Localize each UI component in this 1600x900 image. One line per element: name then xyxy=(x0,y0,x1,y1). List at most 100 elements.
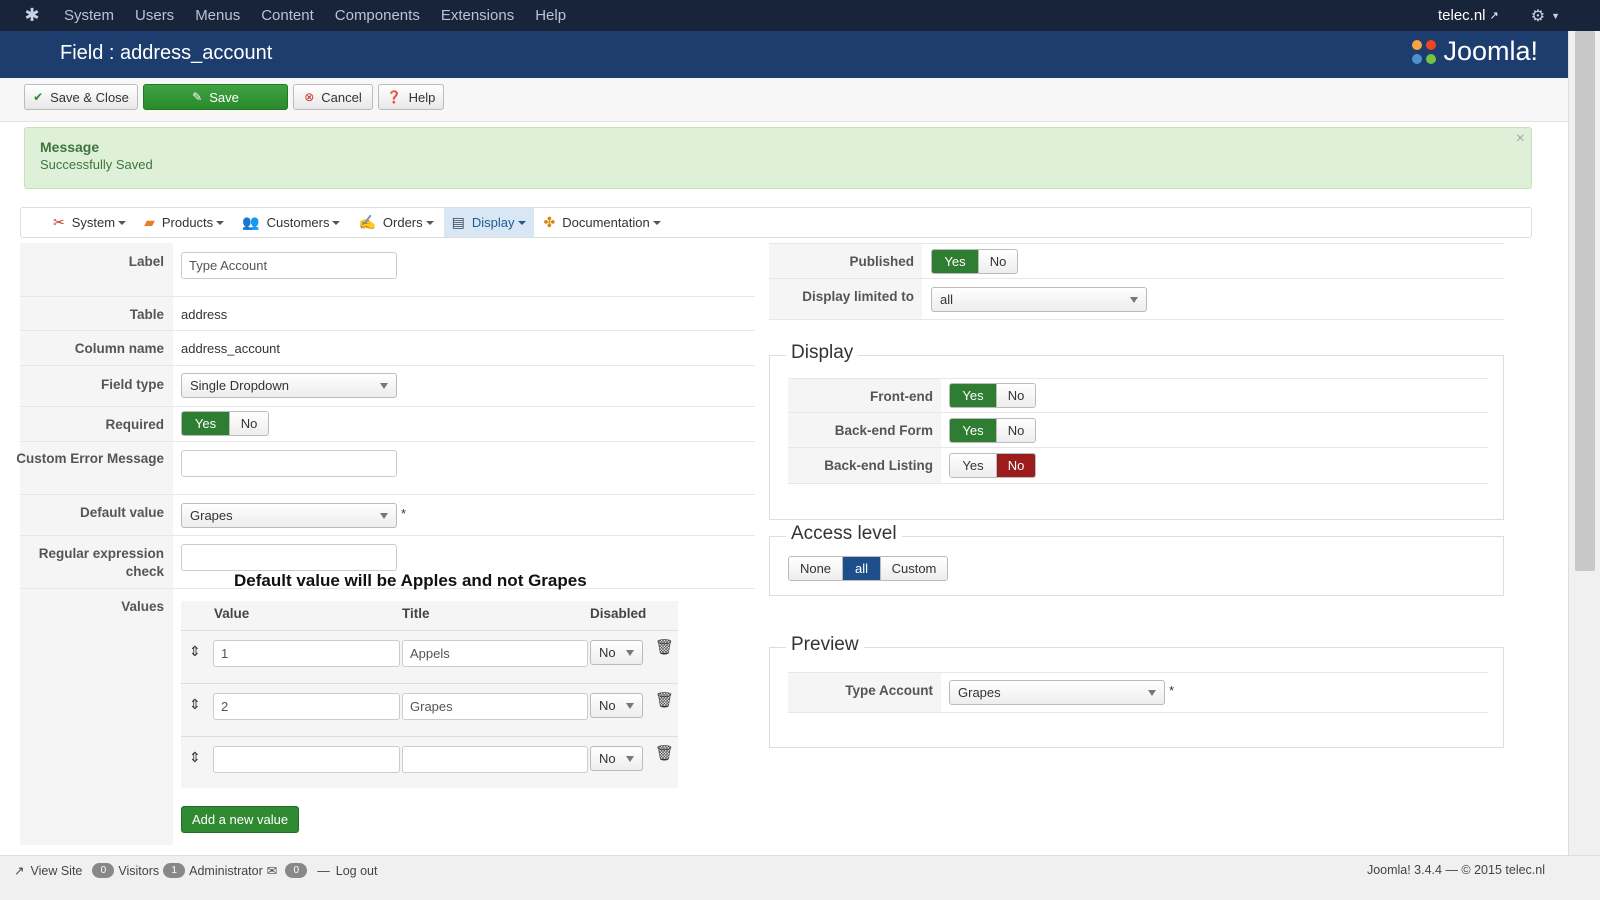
submenu-system-label: System xyxy=(71,215,116,230)
backend-form-toggle[interactable]: Yes No xyxy=(949,418,1036,443)
display-icon: ▤ xyxy=(451,214,465,230)
regex-input[interactable] xyxy=(181,544,397,571)
menu-components[interactable]: Components xyxy=(335,7,420,24)
preview-selected: Grapes xyxy=(958,685,1001,700)
gear-icon[interactable]: ⚙ xyxy=(1531,6,1545,26)
display-limited-selected: all xyxy=(940,292,954,307)
menu-menus[interactable]: Menus xyxy=(195,7,240,24)
backend-listing-toggle[interactable]: Yes No xyxy=(949,453,1036,478)
required-toggle[interactable]: Yes No xyxy=(181,411,269,436)
label-input[interactable]: Type Account xyxy=(181,252,397,279)
dropdown-arrow-icon xyxy=(1130,297,1138,303)
row-required: Required xyxy=(20,407,755,442)
logout-link[interactable]: Log out xyxy=(336,864,378,878)
display-fieldset: Display Front-end Back-end Form Back-end… xyxy=(769,342,1504,520)
custom-error-input[interactable] xyxy=(181,450,397,477)
value-input[interactable] xyxy=(213,746,400,773)
submenu-products-label: Products xyxy=(161,215,214,230)
title-input[interactable] xyxy=(402,746,588,773)
chevron-down-icon[interactable]: ▼ xyxy=(1551,11,1560,21)
disabled-selected: No xyxy=(599,751,616,766)
value-input[interactable]: 2 xyxy=(213,693,400,720)
submenu-documentation-label: Documentation xyxy=(562,215,650,230)
frontend-yes[interactable]: Yes xyxy=(950,384,996,407)
dropdown-arrow-icon xyxy=(380,383,388,389)
required-no[interactable]: No xyxy=(229,412,268,435)
preview-label: Type Account xyxy=(845,683,933,698)
tools-icon: ✂ xyxy=(53,214,65,230)
value-input[interactable]: 1 xyxy=(213,640,400,667)
disabled-select[interactable]: No xyxy=(590,746,643,771)
title-input[interactable]: Appels xyxy=(402,640,588,667)
menu-users[interactable]: Users xyxy=(135,7,174,24)
backend-listing-label: Back-end Listing xyxy=(824,458,933,473)
title-input[interactable]: Grapes xyxy=(402,693,588,720)
published-yes[interactable]: Yes xyxy=(932,250,978,273)
backend-form-yes[interactable]: Yes xyxy=(950,419,996,442)
published-no[interactable]: No xyxy=(978,250,1017,273)
annotation-text: Default value will be Apples and not Gra… xyxy=(234,571,587,590)
dropdown-arrow-icon xyxy=(380,513,388,519)
submenu-customers[interactable]: 👥 Customers xyxy=(234,208,348,237)
access-none[interactable]: None xyxy=(789,557,842,580)
frontend-no[interactable]: No xyxy=(996,384,1035,407)
default-value-select[interactable]: Grapes xyxy=(181,503,397,528)
joomla-logo: Joomla! xyxy=(1409,36,1538,67)
drag-handle-icon[interactable]: ⇕ xyxy=(189,696,201,713)
submenu-display[interactable]: ▤ Display xyxy=(443,208,534,237)
backend-form-no[interactable]: No xyxy=(996,419,1035,442)
access-toggle[interactable]: None all Custom xyxy=(788,556,948,581)
trash-icon[interactable]: 🗑 xyxy=(655,744,674,762)
submenu-system[interactable]: ✂ System xyxy=(45,208,134,237)
save-button[interactable]: ✎ Save xyxy=(143,84,288,110)
menu-extensions[interactable]: Extensions xyxy=(441,7,514,24)
help-label: Help xyxy=(408,89,436,105)
required-yes[interactable]: Yes xyxy=(182,412,229,435)
disabled-select[interactable]: No xyxy=(590,693,643,718)
backend-listing-yes[interactable]: Yes xyxy=(950,454,996,477)
access-custom[interactable]: Custom xyxy=(880,557,947,580)
add-value-button[interactable]: Add a new value xyxy=(181,806,299,833)
menu-help[interactable]: Help xyxy=(535,7,566,24)
submenu-documentation[interactable]: ✤ Documentation xyxy=(536,208,669,237)
submenu-products[interactable]: ▰ Products xyxy=(136,208,232,237)
scrollbar-thumb[interactable] xyxy=(1575,31,1595,571)
toolbar: ✔ Save & Close ✎ Save ⊗ Cancel ❓ Help xyxy=(0,78,1568,122)
scrollbar[interactable] xyxy=(1568,31,1600,855)
menu-system[interactable]: System xyxy=(64,7,114,24)
visitors-label: Visitors xyxy=(118,863,160,878)
column-label: Column name xyxy=(74,341,164,356)
view-site-link[interactable]: View Site xyxy=(30,864,82,878)
cancel-button[interactable]: ⊗ Cancel xyxy=(293,84,373,110)
disabled-selected: No xyxy=(599,645,616,660)
label-label: Label xyxy=(128,254,164,269)
backend-listing-no[interactable]: No xyxy=(996,454,1035,477)
help-button[interactable]: ❓ Help xyxy=(378,84,444,110)
published-toggle[interactable]: Yes No xyxy=(931,249,1018,274)
menu-content[interactable]: Content xyxy=(261,7,314,24)
trash-icon[interactable]: 🗑 xyxy=(655,691,674,709)
dropdown-arrow-icon xyxy=(626,703,634,709)
site-link[interactable]: telec.nl xyxy=(1438,7,1486,24)
row-column: Column name xyxy=(20,331,755,366)
disabled-select[interactable]: No xyxy=(590,640,643,665)
display-limited-select[interactable]: all xyxy=(931,287,1147,312)
row-backend-form: Back-end Form xyxy=(788,413,1488,448)
drag-handle-icon[interactable]: ⇕ xyxy=(189,643,201,660)
joomla-menu-icon[interactable]: ✱ xyxy=(0,0,64,31)
component-submenu: ✂ System ▰ Products 👥 Customers ✍ Orders… xyxy=(20,207,1532,238)
table-label: Table xyxy=(129,307,164,322)
submenu-orders[interactable]: ✍ Orders xyxy=(350,208,441,237)
submenu-display-label: Display xyxy=(471,215,515,230)
footer-left: ↗ View Site 0 Visitors 1 Administrator ✉… xyxy=(14,863,377,878)
frontend-toggle[interactable]: Yes No xyxy=(949,383,1036,408)
trash-icon[interactable]: 🗑 xyxy=(655,638,674,656)
close-icon[interactable]: × xyxy=(1516,130,1525,148)
save-close-button[interactable]: ✔ Save & Close xyxy=(24,84,138,110)
default-value-selected: Grapes xyxy=(190,508,233,523)
table-row: ⇕ No 🗑 xyxy=(181,736,678,789)
access-all[interactable]: all xyxy=(842,557,880,580)
preview-select[interactable]: Grapes xyxy=(949,680,1165,705)
fieldtype-select[interactable]: Single Dropdown xyxy=(181,373,397,398)
drag-handle-icon[interactable]: ⇕ xyxy=(189,749,201,766)
